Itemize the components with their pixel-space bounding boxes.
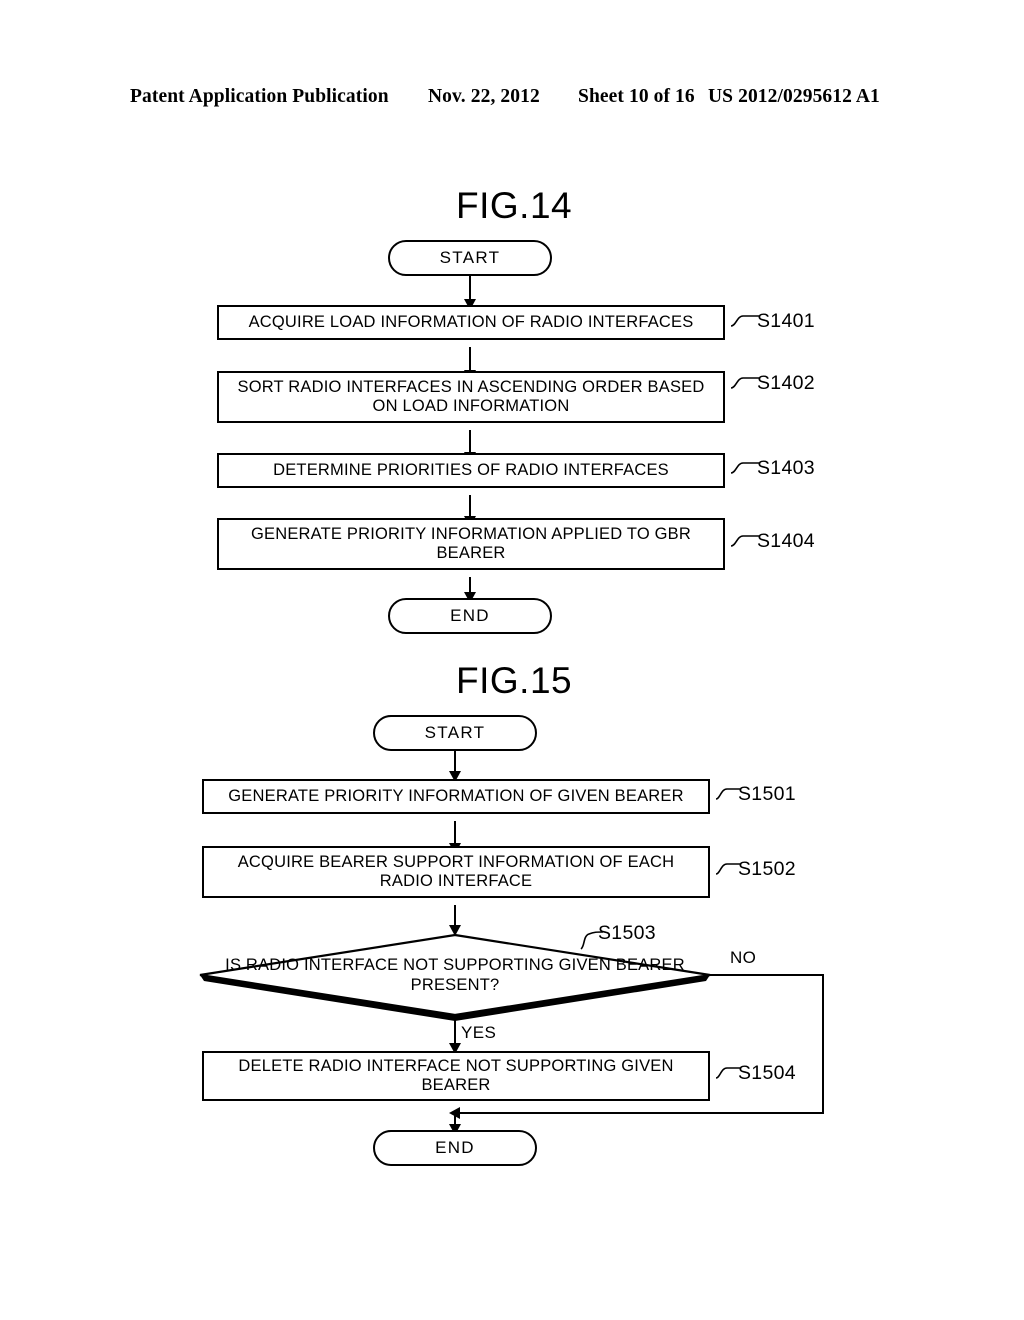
fig14-step-ref-s1403: S1403 [757, 457, 815, 479]
fig14-step-s1401-box: ACQUIRE LOAD INFORMATION OF RADIO INTERF… [217, 305, 730, 345]
fig15-branch-label-yes: YES [461, 1023, 497, 1042]
fig15-start-label: START [424, 722, 486, 742]
fig14-step-s1403-box: DETERMINE PRIORITIES OF RADIO INTERFACES [217, 453, 730, 493]
fig15-start-terminator: START [373, 715, 541, 755]
fig15-end-terminator: END [373, 1130, 541, 1170]
page-header: Patent Application Publication Nov. 22, … [0, 86, 1024, 114]
fig15-step-s1504-box: DELETE RADIO INTERFACE NOT SUPPORTING GI… [202, 1051, 715, 1106]
fig15-step-s1501-box: GENERATE PRIORITY INFORMATION OF GIVEN B… [202, 779, 715, 819]
header-publication-number: US 2012/0295612 A1 [708, 86, 880, 107]
fig14-step-s1404-box: GENERATE PRIORITY INFORMATION APPLIED TO… [217, 518, 730, 575]
fig14-start-terminator: START [388, 240, 556, 280]
fig14-step-s1403-text: DETERMINE PRIORITIES OF RADIO INTERFACES [273, 460, 669, 479]
fig14-step-ref-s1401: S1401 [757, 310, 815, 332]
fig15-step-s1501-text: GENERATE PRIORITY INFORMATION OF GIVEN B… [228, 786, 684, 805]
fig14-end-terminator: END [388, 598, 556, 638]
fig15-step-ref-s1502: S1502 [738, 858, 796, 880]
fig14-end-label: END [450, 605, 490, 625]
fig14-step-s1401-text: ACQUIRE LOAD INFORMATION OF RADIO INTERF… [248, 312, 694, 331]
fig15-decision-s1503-text: IS RADIO INTERFACE NOT SUPPORTING GIVEN … [200, 935, 710, 1015]
fig14-step-s1402-text: SORT RADIO INTERFACES IN ASCENDING ORDER… [237, 377, 705, 415]
fig14-step-s1404-text: GENERATE PRIORITY INFORMATION APPLIED TO… [250, 524, 691, 562]
fig15-step-ref-s1503: S1503 [598, 922, 656, 944]
fig15-step-s1502-text: ACQUIRE BEARER SUPPORT INFORMATION OF EA… [237, 852, 675, 890]
fig14-leader-s1404 [730, 530, 760, 548]
fig14-leader-s1402 [730, 372, 760, 390]
fig15-connector-no-horizontal [709, 974, 824, 976]
fig14-step-ref-s1402: S1402 [757, 372, 815, 394]
fig14-step-s1402-box: SORT RADIO INTERFACES IN ASCENDING ORDER… [217, 371, 730, 428]
fig15-step-ref-s1504: S1504 [738, 1062, 796, 1084]
fig14-step-ref-s1404: S1404 [757, 530, 815, 552]
fig15-step-s1504-text: DELETE RADIO INTERFACE NOT SUPPORTING GI… [238, 1056, 674, 1094]
fig15-step-ref-s1501: S1501 [738, 783, 796, 805]
fig14-leader-s1403 [730, 457, 760, 475]
fig15-step-s1502-box: ACQUIRE BEARER SUPPORT INFORMATION OF EA… [202, 846, 715, 903]
fig15-end-label: END [435, 1137, 475, 1157]
fig14-start-label: START [439, 247, 501, 267]
fig15-decision-s1503-label: IS RADIO INTERFACE NOT SUPPORTING GIVEN … [225, 955, 685, 994]
header-sheet-label: Sheet 10 of 16 [578, 86, 695, 107]
header-publication-label: Patent Application Publication [130, 86, 389, 107]
fig15-decision-s1503: IS RADIO INTERFACE NOT SUPPORTING GIVEN … [199, 933, 711, 1021]
figure-title-14: FIG.14 [456, 185, 573, 226]
fig15-branch-label-no: NO [730, 948, 757, 967]
fig15-connector-no-merge [458, 1112, 824, 1114]
fig15-connector-no-vertical [822, 974, 824, 1114]
fig14-leader-s1401 [730, 310, 760, 328]
figure-title-15: FIG.15 [456, 660, 573, 701]
header-date-label: Nov. 22, 2012 [428, 86, 540, 107]
